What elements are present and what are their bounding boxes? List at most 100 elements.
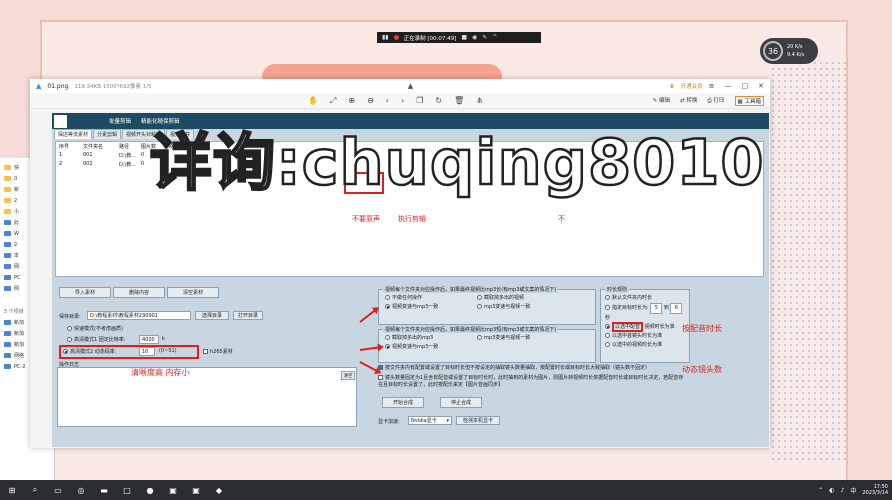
folder-icon	[4, 165, 11, 170]
duration-from-input[interactable]: 5	[650, 303, 663, 314]
chevron-up-icon[interactable]: ^	[492, 34, 497, 41]
pen-icon[interactable]: ✎	[482, 34, 487, 41]
folder-icon	[4, 209, 11, 214]
opt-dub-duration[interactable]: 以选中配音 视频时长为准	[605, 322, 689, 332]
maximize-icon[interactable]: □	[742, 82, 749, 90]
zoom-in-icon[interactable]: ⊕	[348, 96, 355, 106]
tab-material[interactable]: 探店等流素材	[54, 129, 93, 139]
ime-indicator[interactable]: 中	[850, 486, 856, 495]
drive-icon	[4, 331, 11, 336]
convert-button[interactable]: ⇄ 转换	[680, 96, 697, 106]
detect-gpu-button[interactable]: 检测本机显卡	[456, 416, 500, 425]
save-label: 保存目录:	[59, 314, 81, 320]
opt-video-speed[interactable]: 视频变速与mp3一致	[385, 303, 438, 312]
actual-size-icon[interactable]: ⤢	[330, 96, 336, 106]
prev-icon[interactable]: ‹	[386, 96, 389, 106]
group-video-shorter: 视频每个文件夹对应操作后，如果最终视频比mp3短(有mp3或文案的情况下) 截取…	[378, 326, 596, 363]
edit-button[interactable]: ✎ 编辑	[653, 96, 670, 106]
upload-rate: 20 K/s	[787, 44, 803, 50]
recorder-status: 正在录制 [00:07:49]	[403, 35, 457, 42]
clock[interactable]: 17:50 2023/3/14	[862, 484, 888, 496]
app-icon[interactable]: ▣	[190, 484, 202, 496]
log-textarea[interactable]	[57, 367, 357, 427]
annotation-dub: 按配音时长	[682, 324, 722, 333]
crown-icon: ♛	[669, 82, 675, 90]
drive-icon	[4, 242, 11, 247]
mode-hq1[interactable]: 高清模式1 固定比特率:	[67, 336, 125, 343]
hand-tool-icon[interactable]: ✋	[308, 96, 318, 106]
stop-button[interactable]: 停止合成	[440, 397, 482, 408]
opt-cut-mp3[interactable]: 截取掉多出的mp3	[385, 334, 438, 343]
next-icon[interactable]: ›	[401, 96, 404, 106]
group-video-longer: 视频每个文件夹对应操作后，如果最终视频比mp3长(有mp3或文案的情况下) 不做…	[378, 286, 596, 325]
mode-hq2[interactable]: 高清模式2 动态码率:	[63, 348, 116, 355]
task-view-icon[interactable]: ▭	[52, 484, 64, 496]
tab-split[interactable]: 分素剪辑	[93, 129, 122, 139]
computer-icon	[4, 275, 11, 280]
camera-icon[interactable]: ◉	[472, 34, 477, 41]
bitrate-unit: k	[162, 336, 165, 342]
app-icon[interactable]: ◆	[213, 484, 225, 496]
annotation-execute-edit: 执行剪辑	[398, 215, 426, 223]
viewer-titlebar: ▲ 01.png 119.34KB 1500*692像素 1/5 ▲ ♛ 开通会…	[30, 79, 770, 93]
opt-first-shot-duration[interactable]: 以选中首镜头时长为准	[605, 332, 689, 341]
app-icon[interactable]: ▣	[167, 484, 179, 496]
bitrate-input[interactable]: 4000	[139, 335, 159, 344]
opt-target-duration[interactable]: 指定目标时长为: 5 到 6 秒	[605, 303, 689, 323]
import-button[interactable]: 导入素材	[59, 287, 111, 298]
explorer-icon[interactable]: ▬	[98, 484, 110, 496]
opt-no-op[interactable]: 不做任何操作	[385, 294, 438, 303]
clear-button[interactable]: 清空素材	[167, 287, 219, 298]
copy-icon[interactable]: ❐	[416, 96, 423, 106]
opt-mp3-speed-2[interactable]: mp3变速与视频一致	[477, 334, 530, 343]
delete-icon[interactable]: 🗑	[454, 96, 464, 106]
start-button[interactable]: 开始合成	[382, 397, 424, 408]
image-viewer-logo-icon: ▲	[36, 82, 42, 90]
duration-to-input[interactable]: 6	[670, 303, 683, 314]
clear-log-button[interactable]: 清空	[341, 371, 355, 380]
windows-start-icon[interactable]: ⊞	[6, 484, 18, 496]
mode-fast[interactable]: 快速模式(不考虑画质)	[67, 325, 123, 332]
pause-icon[interactable]: ▮▮	[382, 34, 389, 41]
drive-icon	[4, 253, 11, 258]
vip-link[interactable]: 开通会员	[681, 82, 703, 90]
check-image-sync[interactable]: 镜头数量固定为1且含有配音或设置了目标时长时，此时抽到的素材为图片，则图片转视频…	[378, 375, 688, 389]
search-icon[interactable]: ⌕	[29, 484, 41, 496]
opt-mp3-speed[interactable]: mp3变速与视频一致	[477, 303, 530, 312]
toolbox-button[interactable]: ▦ 工具箱	[734, 95, 764, 106]
app-white-icon[interactable]: □	[121, 484, 133, 496]
speed-widget[interactable]: 36 20 K/s 9.4 K/s	[760, 38, 818, 64]
minimize-icon[interactable]: —	[725, 82, 732, 90]
stop-icon[interactable]: ■	[461, 34, 467, 41]
opt-selected-video-duration[interactable]: 以选中的视频时长为准	[605, 341, 689, 350]
volume-icon[interactable]: ♪	[841, 487, 845, 494]
opt-cut-video[interactable]: 截取掉多出的视频	[477, 294, 530, 303]
opt-video-speed-2[interactable]: 视频变速与mp3一致	[385, 343, 438, 352]
print-button[interactable]: ⎙ 打印	[707, 96, 724, 106]
drive-icon	[4, 342, 11, 347]
drive-icon	[4, 320, 11, 325]
gpu-select[interactable]: Nvidia显卡 ▾	[408, 416, 452, 425]
save-path-input[interactable]: D:\教程素材\教程素材230901	[87, 311, 191, 320]
record-app-icon[interactable]: ●	[144, 484, 156, 496]
close-icon[interactable]: ✕	[758, 82, 764, 90]
select-dir-button[interactable]: 选择目录	[195, 311, 229, 320]
zoom-out-icon[interactable]: ⊖	[367, 96, 374, 106]
record-dot-icon	[393, 35, 399, 40]
menu-batch-edit[interactable]: 批量剪辑	[109, 117, 131, 125]
tray-icon[interactable]: ⌃	[818, 487, 823, 494]
software-logo	[54, 114, 67, 128]
network-icon[interactable]: ◐	[829, 487, 834, 494]
crf-input[interactable]: 10	[139, 347, 155, 356]
edge-icon[interactable]: ◎	[75, 484, 87, 496]
delete-button[interactable]: 删除内容	[113, 287, 165, 298]
share-icon[interactable]: ⋔	[476, 96, 483, 106]
menu-icon[interactable]: ≡	[709, 82, 715, 90]
opt-default-duration[interactable]: 默认文件夹内时长	[605, 294, 689, 303]
rotate-icon[interactable]: ↻	[435, 96, 442, 106]
h265-checkbox[interactable]: h265素材	[203, 348, 233, 355]
folder-icon	[4, 198, 11, 203]
open-dir-button[interactable]: 打开目录	[233, 311, 263, 320]
check-fixed-shots[interactable]: 按文件夹内有配置或设置了目标时长但不按设定的抽取镜头数量抽取，按配置时长或目标时…	[378, 365, 678, 372]
recorder-bar: ▮▮ 正在录制 [00:07:49] ■ ◉ ✎ ^	[377, 32, 541, 43]
